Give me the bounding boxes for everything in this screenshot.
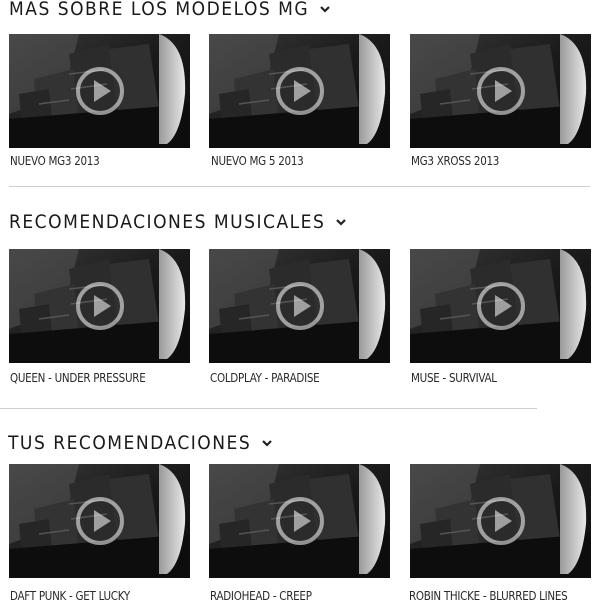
video-thumbnail[interactable] xyxy=(9,249,190,363)
video-caption[interactable]: MUSE - SURVIVAL xyxy=(411,371,497,385)
video-caption[interactable]: NUEVO MG 5 2013 xyxy=(211,154,304,168)
play-icon[interactable] xyxy=(275,281,325,331)
video-thumbnail[interactable] xyxy=(9,464,190,578)
video-caption[interactable]: DAFT PUNK - GET LUCKY xyxy=(10,589,130,603)
play-icon[interactable] xyxy=(476,281,526,331)
chevron-down-icon[interactable] xyxy=(319,3,331,15)
play-icon[interactable] xyxy=(75,496,125,546)
video-thumbnail[interactable] xyxy=(410,249,591,363)
play-icon[interactable] xyxy=(75,66,125,116)
play-icon[interactable] xyxy=(275,496,325,546)
section-title-text: RECOMENDACIONES MUSICALES xyxy=(9,211,326,233)
video-caption[interactable]: QUEEN - UNDER PRESSURE xyxy=(10,371,146,385)
video-caption[interactable]: RADIOHEAD - CREEP xyxy=(210,589,312,603)
section-divider xyxy=(0,408,537,409)
video-caption[interactable]: COLDPLAY - PARADISE xyxy=(210,371,320,385)
video-thumbnail[interactable] xyxy=(410,464,591,578)
section-title-text: MAS SOBRE LOS MODELOS MG xyxy=(9,0,310,20)
section-title-text: TUS RECOMENDACIONES xyxy=(8,432,252,454)
play-icon[interactable] xyxy=(476,496,526,546)
chevron-down-icon[interactable] xyxy=(261,437,273,449)
video-thumbnail[interactable] xyxy=(209,249,390,363)
chevron-down-icon[interactable] xyxy=(335,216,347,228)
video-caption[interactable]: MG3 XROSS 2013 xyxy=(411,154,499,168)
video-thumbnail[interactable] xyxy=(9,34,190,148)
video-caption[interactable]: NUEVO MG3 2013 xyxy=(10,154,100,168)
video-thumbnail[interactable] xyxy=(209,34,390,148)
play-icon[interactable] xyxy=(75,281,125,331)
video-thumbnail[interactable] xyxy=(209,464,390,578)
video-caption[interactable]: ROBIN THICKE - BLURRED LINES xyxy=(409,589,568,603)
section-title-mg-models[interactable]: MAS SOBRE LOS MODELOS MG xyxy=(9,0,331,20)
play-icon[interactable] xyxy=(476,66,526,116)
section-title-music[interactable]: RECOMENDACIONES MUSICALES xyxy=(9,211,347,233)
video-thumbnail[interactable] xyxy=(410,34,591,148)
section-title-your-recommendations[interactable]: TUS RECOMENDACIONES xyxy=(8,432,273,454)
play-icon[interactable] xyxy=(275,66,325,116)
section-divider xyxy=(9,186,590,187)
